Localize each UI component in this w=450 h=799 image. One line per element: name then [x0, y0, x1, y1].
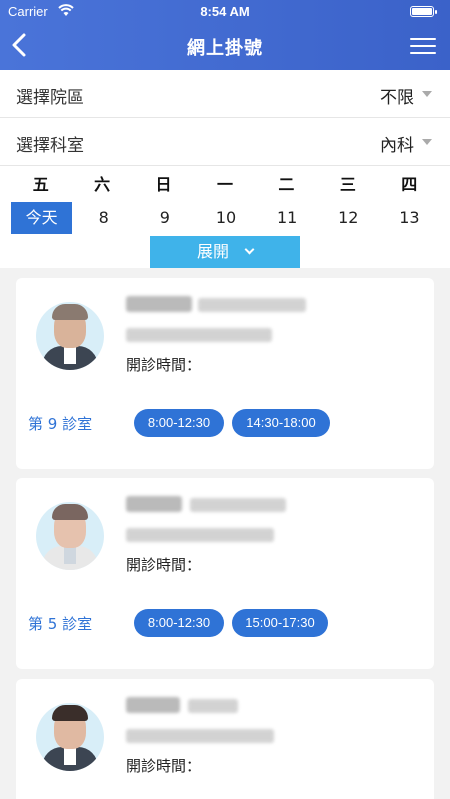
date-item[interactable]: 12	[318, 202, 379, 234]
date-item[interactable]: 8	[73, 202, 134, 234]
doctor-card[interactable]: 開診時間： 第 5 診室 8:00-12:30 15:00-17:30	[16, 478, 434, 669]
doctor-avatar	[36, 502, 104, 570]
time-slot-button[interactable]: 15:00-17:30	[232, 609, 328, 637]
doctor-specialty-redacted	[126, 328, 272, 342]
weekday-label: 日	[155, 175, 172, 194]
weekday-label: 一	[216, 175, 233, 194]
doctor-specialty-redacted	[126, 729, 274, 743]
campus-selector[interactable]: 選擇院區 不限	[0, 70, 450, 118]
doctor-card[interactable]: 開診時間： 第 9 診室 8:00-12:30 14:30-18:00	[16, 278, 434, 469]
date-today[interactable]: 今天	[11, 202, 73, 234]
expand-label: 展開	[196, 242, 229, 261]
room-label: 第 9 診室	[28, 415, 93, 433]
weekday-row: 五 六 日 一 二 三 四	[10, 174, 440, 196]
doctor-avatar	[36, 302, 104, 370]
department-label: 選擇科室	[16, 136, 84, 156]
weekday-label: 六	[94, 175, 111, 194]
campus-label: 選擇院區	[16, 88, 84, 108]
time-slot-button[interactable]: 14:30-18:00	[232, 409, 330, 437]
filter-panel: 選擇院區 不限 選擇科室 內科	[0, 70, 450, 166]
weekday-label: 二	[278, 175, 295, 194]
date-row: 今天 8 9 10 11 12 13	[10, 202, 440, 234]
campus-value: 不限	[380, 88, 414, 108]
hamburger-menu-icon[interactable]	[410, 38, 436, 56]
date-picker: 五 六 日 一 二 三 四 今天 8 9 10 11 12 13 展開	[0, 166, 450, 268]
doctor-title-redacted	[190, 498, 286, 512]
hours-label: 開診時間：	[126, 356, 202, 374]
doctor-avatar	[36, 703, 104, 771]
date-item[interactable]: 9	[134, 202, 195, 234]
hours-label: 開診時間：	[126, 556, 202, 574]
doctor-title-redacted	[198, 298, 306, 312]
doctor-name-redacted	[126, 496, 182, 512]
weekday-label: 三	[339, 175, 356, 194]
page-title: 網上掛號	[187, 38, 263, 59]
time-slot-button[interactable]: 8:00-12:30	[134, 409, 224, 437]
battery-icon	[410, 6, 437, 17]
weekday-label: 四	[401, 175, 418, 194]
status-bar: Carrier 8:54 AM	[0, 0, 450, 22]
doctor-specialty-redacted	[126, 528, 274, 542]
time-slot-button[interactable]: 8:00-12:30	[134, 609, 224, 637]
doctor-name-redacted	[126, 296, 192, 312]
weekday-label: 五	[32, 175, 49, 194]
date-item[interactable]: 13	[379, 202, 440, 234]
date-item[interactable]: 11	[257, 202, 318, 234]
clock: 8:54 AM	[200, 4, 250, 19]
expand-button[interactable]: 展開	[150, 236, 300, 268]
doctor-name-redacted	[126, 697, 180, 713]
dropdown-caret-icon	[422, 139, 432, 145]
doctor-card[interactable]: 開診時間：	[16, 679, 434, 799]
hours-label: 開診時間：	[126, 757, 202, 775]
doctor-title-redacted	[188, 699, 238, 713]
top-bar: Carrier 8:54 AM 網上掛號	[0, 0, 450, 70]
department-selector[interactable]: 選擇科室 內科	[0, 118, 450, 166]
dropdown-caret-icon	[422, 91, 432, 97]
date-item[interactable]: 10	[195, 202, 256, 234]
room-label: 第 5 診室	[28, 615, 93, 633]
department-value: 內科	[380, 136, 414, 156]
chevron-down-icon	[244, 244, 255, 255]
